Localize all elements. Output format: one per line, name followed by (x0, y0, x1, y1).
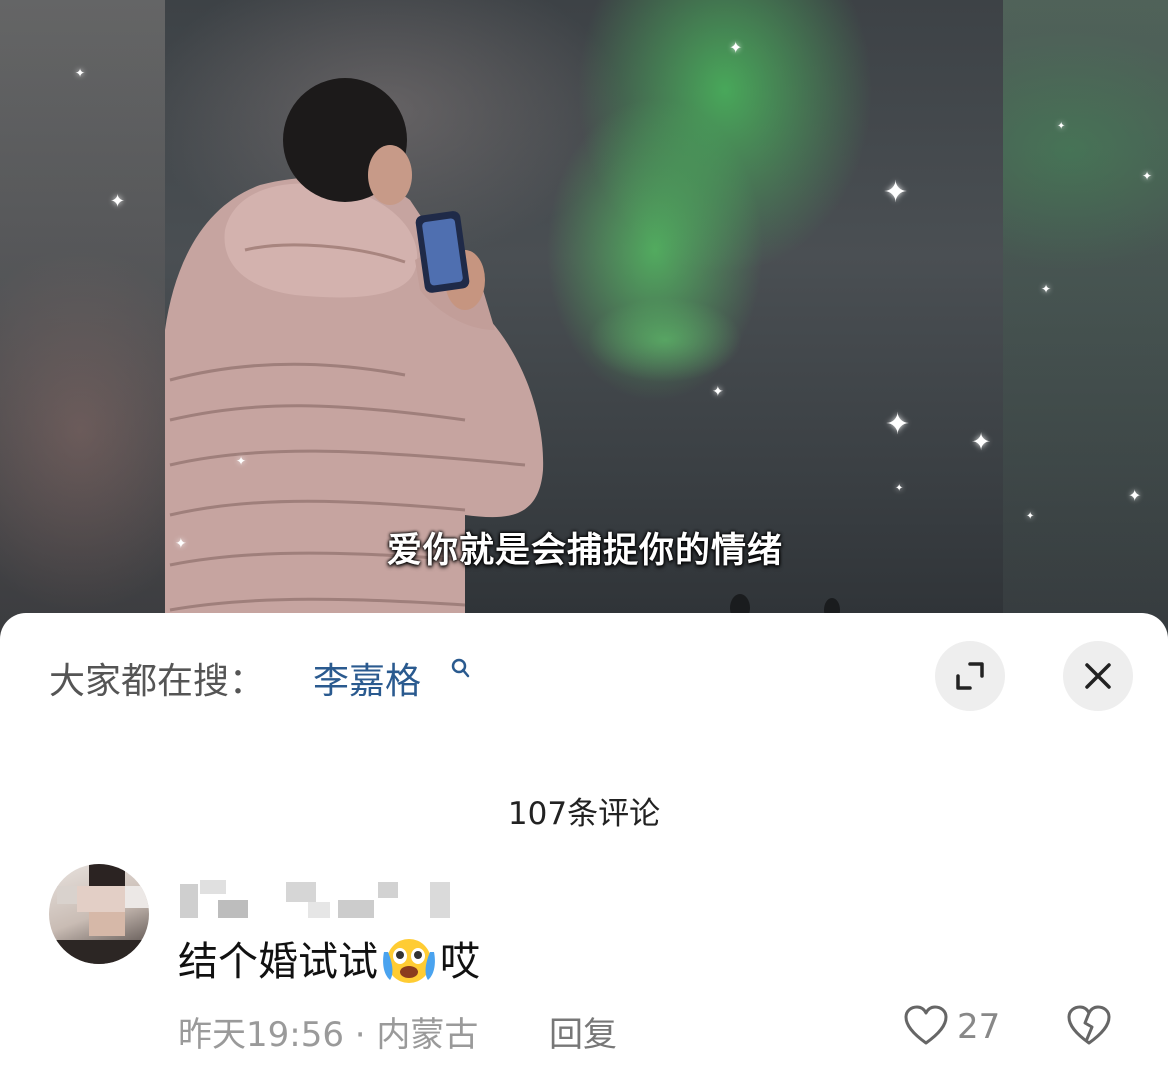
sparkle-icon: ✦ (885, 407, 911, 442)
avatar[interactable] (49, 864, 149, 964)
broken-heart-icon[interactable] (1065, 1003, 1113, 1047)
sparkle-icon: ✦ (895, 483, 904, 494)
sparkle-icon: ✦ (729, 38, 743, 57)
comment-location: 内蒙古 (376, 1015, 479, 1055)
trending-search-link[interactable]: 李嘉格 (313, 652, 421, 704)
sparkle-icon: ✦ (75, 66, 86, 80)
comment-text-part: 结个婚试试 (178, 939, 378, 985)
sparkle-icon: ✦ (1128, 486, 1142, 505)
sparkle-icon: ✦ (1026, 511, 1035, 522)
blurred-background-left (0, 0, 165, 640)
close-button[interactable] (1063, 641, 1133, 711)
reply-button[interactable]: 回复 (549, 1007, 617, 1056)
expand-icon (956, 662, 984, 690)
meta-separator: · (354, 1015, 366, 1055)
like-count: 27 (957, 1007, 1001, 1047)
crying-face-emoji-icon (383, 939, 435, 983)
close-icon (1085, 663, 1111, 689)
blurred-background-right (1003, 0, 1168, 640)
sparkle-icon: ✦ (236, 454, 247, 468)
comment-count-title: 107条评论 (507, 796, 661, 832)
video-player[interactable]: ✦ ✦ ✦ ✦ ✦ ✦ ✦ ✦ ✦ ✦ ✦ ✦ ✦ ✦ ✦ 爱你就是会捕捉你的情… (0, 0, 1168, 640)
video-subtitle: 爱你就是会捕捉你的情绪 (386, 531, 783, 571)
sparkle-icon: ✦ (971, 428, 992, 456)
sparkle-icon: ✦ (110, 191, 126, 212)
sparkle-icon: ✦ (1057, 121, 1066, 132)
comment-text-part: 哎 (440, 939, 480, 985)
heart-icon[interactable] (902, 1003, 950, 1047)
comment-meta: 昨天19:56 · 内蒙古 (178, 1007, 478, 1056)
search-icon[interactable] (450, 657, 470, 681)
sparkle-icon: ✦ (1041, 282, 1052, 296)
expand-button[interactable] (935, 641, 1005, 711)
comment-text: 结个婚试试 哎 (178, 929, 480, 987)
comment-time: 昨天19:56 (178, 1015, 344, 1055)
sparkle-icon: ✦ (1142, 169, 1153, 183)
sparkle-icon: ✦ (883, 175, 909, 210)
trending-search-label: 大家都在搜： (49, 661, 266, 702)
sparkle-icon: ✦ (175, 536, 187, 552)
username-pixelated[interactable] (178, 880, 458, 920)
sparkle-icon: ✦ (712, 384, 724, 400)
